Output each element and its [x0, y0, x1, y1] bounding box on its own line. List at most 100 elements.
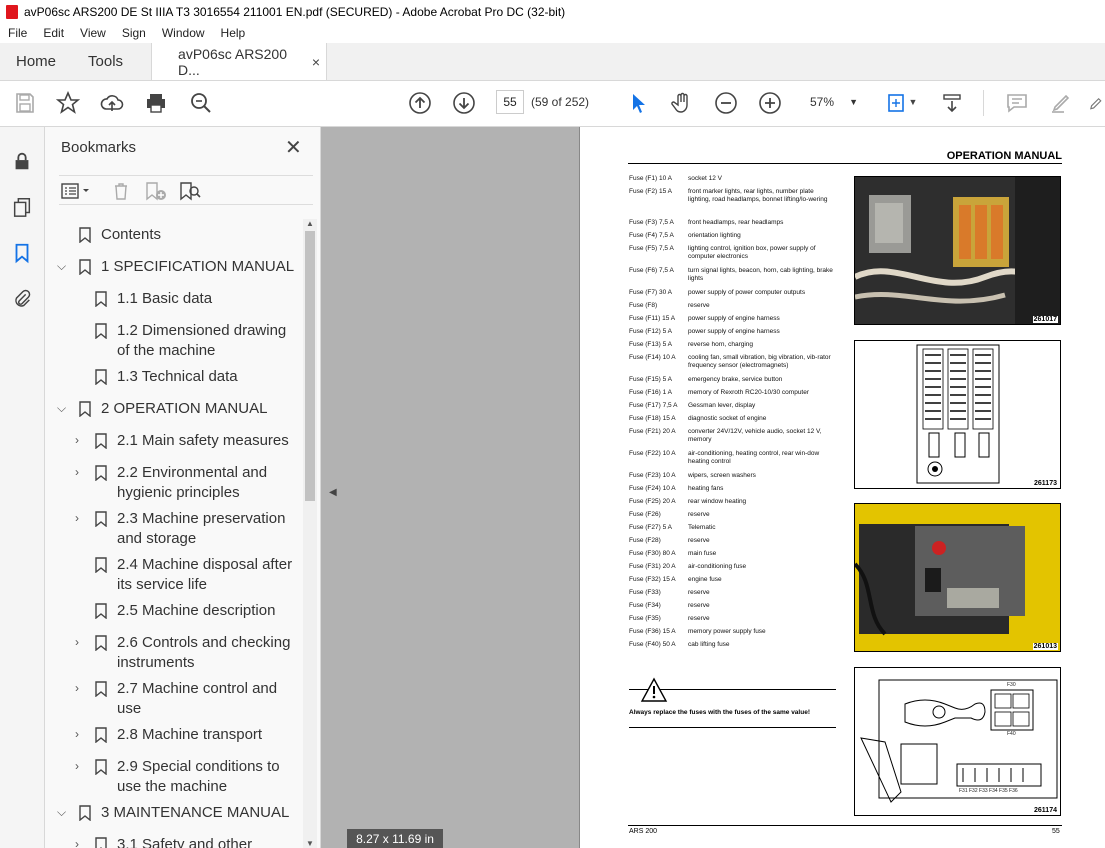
bookmark-machine-transport[interactable]: 2.8 Machine transport	[117, 725, 262, 745]
tab-document[interactable]: avP06sc ARS200 D... ×	[151, 43, 328, 80]
chevron-right-icon[interactable]: ›	[75, 433, 89, 447]
bookmarks-toolbar	[59, 175, 313, 205]
bookmark-dimensioned-drawing[interactable]: 1.2 Dimensioned drawing of the machine	[117, 321, 286, 361]
menu-edit[interactable]: Edit	[35, 26, 72, 40]
tab-home[interactable]: Home	[0, 43, 72, 80]
bookmark-contents[interactable]: Contents	[101, 225, 161, 245]
tab-tools[interactable]: Tools	[72, 43, 139, 80]
hand-tool-icon[interactable]	[669, 90, 695, 116]
fit-dropdown-chevron-icon[interactable]: ▼	[906, 95, 920, 109]
fuse-description: diagnostic socket of engine	[688, 415, 767, 422]
chevron-down-icon: ▼	[849, 97, 858, 107]
chevron-down-icon[interactable]: ⌵	[57, 401, 71, 415]
page-header-title: OPERATION MANUAL	[946, 150, 1062, 162]
chevron-right-icon[interactable]: ›	[75, 759, 89, 773]
bookmark-preservation[interactable]: 2.3 Machine preservation and storage	[117, 509, 285, 549]
fuse-label: Fuse (F1) 10 A	[629, 175, 672, 182]
fuse-label: Fuse (F26)	[629, 511, 661, 518]
page-thumbnails-icon[interactable]	[10, 195, 34, 219]
fuse-description: reverse horn, charging	[688, 341, 754, 348]
bookmark-safety-other[interactable]: 3.1 Safety and other	[117, 835, 252, 848]
fuse-label: Fuse (F6) 7,5 A	[629, 267, 674, 274]
scrolling-mode-icon[interactable]	[939, 90, 965, 116]
upload-icon[interactable]	[99, 90, 125, 116]
bookmark-label-line2: its service life	[117, 576, 208, 593]
bookmark-disposal[interactable]: 2.4 Machine disposal after its service l…	[117, 555, 292, 595]
menu-sign[interactable]: Sign	[114, 26, 154, 40]
fuse-label: Fuse (F23) 10 A	[629, 472, 676, 479]
scroll-up-icon[interactable]: ▲	[306, 219, 314, 228]
zoom-in-icon[interactable]	[757, 90, 783, 116]
chevron-right-icon[interactable]: ›	[75, 681, 89, 695]
figure-number: 261174	[1033, 807, 1058, 814]
lock-icon[interactable]	[10, 149, 34, 173]
bookmark-maintenance-manual[interactable]: 3 MAINTENANCE MANUAL	[101, 803, 289, 823]
bookmarks-scrollbar[interactable]: ▲ ▼	[303, 219, 317, 848]
delete-bookmark-icon[interactable]	[111, 180, 131, 202]
warning-rule-bottom	[629, 727, 836, 728]
bookmark-options-icon[interactable]	[61, 180, 91, 202]
fuse-label: Fuse (F30) 80 A	[629, 550, 676, 557]
bookmark-operation-manual[interactable]: 2 OPERATION MANUAL	[101, 399, 267, 419]
draw-icon[interactable]	[1088, 90, 1105, 116]
bookmark-controls[interactable]: 2.6 Controls and checking instruments	[117, 633, 290, 673]
collapse-panel-icon[interactable]: ◀	[329, 487, 337, 498]
fuse-label: Fuse (F11) 15 A	[629, 315, 676, 322]
find-icon[interactable]	[188, 90, 214, 116]
bookmark-icon	[95, 603, 107, 619]
attachment-icon[interactable]	[10, 287, 34, 311]
close-tab-icon[interactable]: ×	[312, 54, 320, 70]
fuse-description: socket 12 V	[688, 175, 722, 182]
chevron-right-icon[interactable]: ›	[75, 511, 89, 525]
find-bookmark-icon[interactable]	[179, 180, 203, 202]
previous-page-icon[interactable]	[407, 90, 433, 116]
bookmark-technical-data[interactable]: 1.3 Technical data	[117, 367, 238, 387]
bookmark-list: Contents ⌵ 1 SPECIFICATION MANUAL 1.1 Ba…	[45, 219, 303, 848]
close-icon[interactable]: ✕	[285, 135, 302, 160]
bookmark-environmental[interactable]: 2.2 Environmental and hygienic principle…	[117, 463, 267, 503]
next-page-icon[interactable]	[451, 90, 477, 116]
fuse-description: converter 24V/12V, vehicle audio, socket…	[688, 428, 822, 443]
zoom-out-icon[interactable]	[713, 90, 739, 116]
menu-help[interactable]: Help	[213, 26, 254, 40]
page-number-input[interactable]: 55	[496, 90, 524, 114]
bookmark-main-safety[interactable]: 2.1 Main safety measures	[117, 431, 289, 451]
bookmark-specification-manual[interactable]: 1 SPECIFICATION MANUAL	[101, 257, 294, 277]
bookmark-icon	[95, 465, 107, 481]
bookmark-icon	[95, 557, 107, 573]
fuse-description: reserve	[688, 537, 710, 544]
menu-bar: File Edit View Sign Window Help	[0, 23, 1105, 43]
bookmark-icon	[95, 511, 107, 527]
warning-text: Always replace the fuses with the fuses …	[629, 709, 810, 716]
bookmark-basic-data[interactable]: 1.1 Basic data	[117, 289, 212, 309]
comment-icon[interactable]	[1004, 90, 1030, 116]
select-cursor-icon[interactable]	[625, 90, 651, 116]
bookmark-machine-description[interactable]: 2.5 Machine description	[117, 601, 275, 621]
menu-window[interactable]: Window	[154, 26, 213, 40]
highlight-pen-icon[interactable]	[1048, 90, 1074, 116]
save-icon[interactable]	[12, 90, 38, 116]
bookmark-label-line2: instruments	[117, 654, 195, 671]
bookmark-panel-icon[interactable]	[10, 241, 34, 265]
chevron-right-icon[interactable]: ›	[75, 727, 89, 741]
bookmark-special-conditions[interactable]: 2.9 Special conditions to use the machin…	[117, 757, 280, 797]
fuse-description: rear window heating	[688, 498, 747, 505]
scrollbar-thumb[interactable]	[305, 231, 315, 501]
bookmark-label-line1: 2.3 Machine preservation	[117, 510, 286, 527]
bookmark-machine-control[interactable]: 2.7 Machine control and use	[117, 679, 277, 719]
chevron-down-icon[interactable]: ⌵	[57, 259, 71, 273]
chevron-right-icon[interactable]: ›	[75, 635, 89, 649]
zoom-level-select[interactable]: 57% ▼	[800, 90, 864, 114]
new-bookmark-icon[interactable]	[145, 180, 169, 202]
star-icon[interactable]	[55, 90, 81, 116]
bookmark-icon	[95, 369, 107, 385]
warning-icon	[640, 677, 668, 702]
footer-model: ARS 200	[629, 828, 658, 835]
menu-file[interactable]: File	[0, 26, 35, 40]
chevron-right-icon[interactable]: ›	[75, 465, 89, 479]
print-icon[interactable]	[143, 90, 169, 116]
menu-view[interactable]: View	[72, 26, 114, 40]
chevron-down-icon[interactable]: ⌵	[57, 805, 71, 819]
scroll-down-icon[interactable]: ▼	[306, 839, 314, 848]
chevron-right-icon[interactable]: ›	[75, 837, 89, 848]
